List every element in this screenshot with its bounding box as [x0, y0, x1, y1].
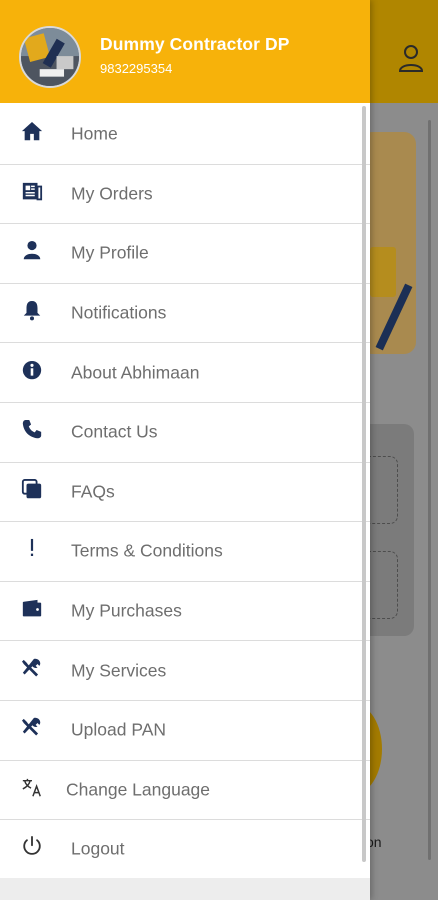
menu-item-home[interactable]: Home	[0, 105, 370, 165]
orders-icon	[20, 179, 44, 203]
menu-item-label: About Abhimaan	[71, 362, 200, 383]
menu-item-label: Terms & Conditions	[71, 540, 223, 561]
menu-item-label: Notifications	[71, 302, 167, 323]
info-icon	[20, 358, 44, 382]
translate-icon	[20, 775, 44, 799]
avatar[interactable]	[19, 26, 81, 88]
menu-item-upload-pan[interactable]: Upload PAN	[0, 701, 370, 761]
power-icon	[20, 835, 44, 859]
wallet-icon	[20, 596, 44, 620]
menu-item-label: My Profile	[71, 242, 149, 263]
menu-item-label: My Purchases	[71, 600, 182, 621]
menu-item-change-language[interactable]: Change Language	[0, 761, 370, 821]
background-scrollbar	[428, 120, 431, 860]
home-icon	[20, 119, 44, 143]
drawer-menu: Home My Orders My Profile Notifications …	[0, 105, 370, 880]
exclamation-icon	[20, 537, 44, 561]
menu-item-label: Contact Us	[71, 421, 158, 442]
menu-item-label: Change Language	[66, 779, 211, 800]
profile-icon[interactable]	[398, 44, 424, 72]
menu-item-my-profile[interactable]: My Profile	[0, 224, 370, 284]
drawer-footer	[0, 878, 370, 900]
navigation-drawer: Dummy Contractor DP 9832295354 Home My O…	[0, 0, 370, 900]
menu-item-about[interactable]: About Abhimaan	[0, 343, 370, 403]
menu-item-notifications[interactable]: Notifications	[0, 284, 370, 344]
user-phone: 9832295354	[100, 61, 173, 76]
menu-item-label: Home	[71, 123, 118, 144]
phone-icon	[20, 417, 44, 441]
user-name: Dummy Contractor DP	[100, 34, 290, 54]
menu-item-label: Upload PAN	[71, 719, 167, 740]
menu-item-label: My Orders	[71, 183, 153, 204]
bell-icon	[20, 298, 44, 322]
menu-item-label: Logout	[71, 838, 125, 859]
menu-item-contact-us[interactable]: Contact Us	[0, 403, 370, 463]
background-dashed-box	[368, 551, 398, 619]
person-icon	[20, 239, 44, 263]
menu-item-my-orders[interactable]: My Orders	[0, 165, 370, 225]
drawer-header: Dummy Contractor DP 9832295354	[0, 0, 370, 103]
menu-item-my-purchases[interactable]: My Purchases	[0, 582, 370, 642]
tools-icon	[20, 656, 44, 680]
menu-item-label: FAQs	[71, 481, 115, 502]
menu-item-label: My Services	[71, 660, 167, 681]
tools-icon	[20, 715, 44, 739]
menu-item-faqs[interactable]: FAQs	[0, 463, 370, 523]
drawer-scrollbar[interactable]	[362, 106, 366, 862]
menu-item-my-services[interactable]: My Services	[0, 641, 370, 701]
menu-item-terms[interactable]: Terms & Conditions	[0, 522, 370, 582]
menu-item-logout[interactable]: Logout	[0, 820, 370, 880]
copy-icon	[20, 477, 44, 501]
background-dashed-box	[368, 456, 398, 524]
